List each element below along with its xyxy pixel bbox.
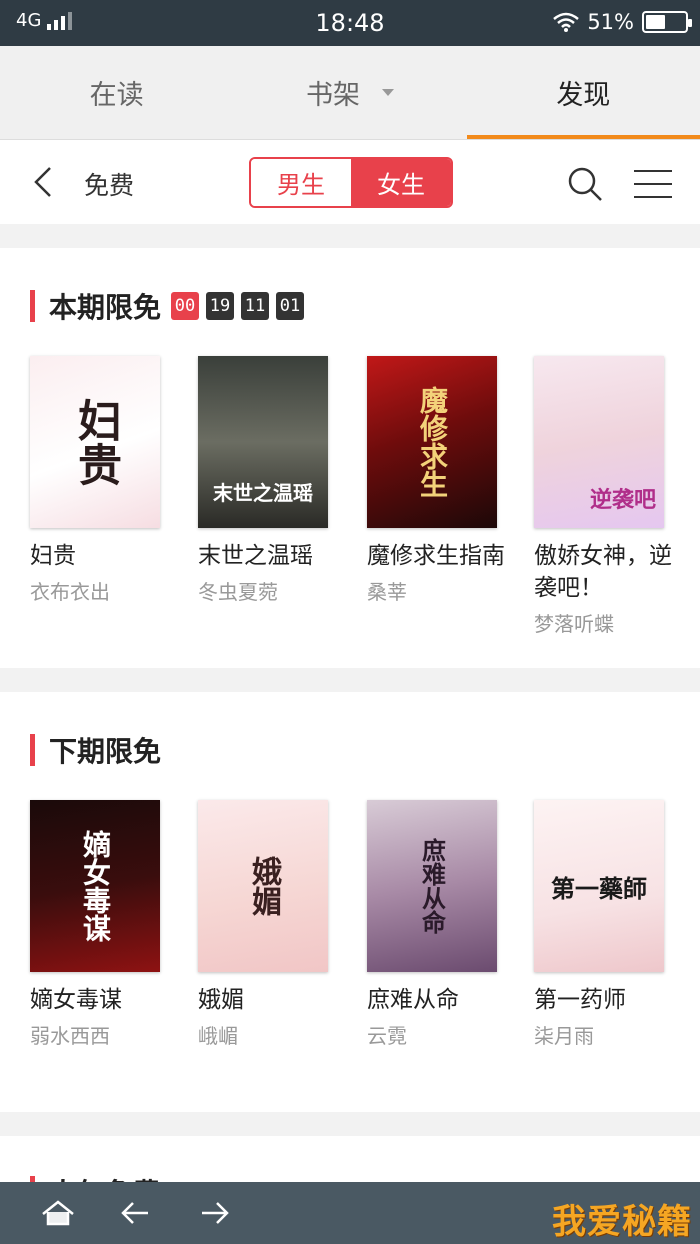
page-title: 免费 xyxy=(84,171,135,200)
current-free-section: 本期限免 00 19 11 01 妇贵 妇贵 衣布衣出 末世之温瑶 末世之温瑶 … xyxy=(0,248,700,668)
section-title: 人气免费 xyxy=(49,1172,161,1182)
section-header: 人气免费 xyxy=(30,1172,161,1182)
tab-discover[interactable]: 发现 xyxy=(466,46,700,139)
countdown-hours: 00 xyxy=(171,292,200,320)
book-card[interactable]: 第一藥師 第一药师 柒月雨 xyxy=(534,800,674,1049)
battery-percent: 51% xyxy=(587,10,634,34)
book-cover[interactable]: 妇贵 xyxy=(30,356,160,528)
book-title: 娥媚 xyxy=(198,987,244,1013)
book-card[interactable]: 魔修求生 魔修求生指南 桑莘 xyxy=(367,356,507,605)
book-card[interactable]: 末世之温瑶 末世之温瑶 冬虫夏菀 xyxy=(198,356,338,605)
menu-icon[interactable] xyxy=(634,170,672,198)
back-arrow-icon[interactable] xyxy=(118,1198,154,1228)
book-card[interactable]: 逆袭吧 傲娇女神，逆袭吧！ 梦落听蝶 xyxy=(534,356,674,637)
book-title: 傲娇女神，逆袭吧！ xyxy=(534,543,672,601)
cover-title: 逆袭吧 xyxy=(589,487,656,513)
tab-discover-label: 发现 xyxy=(556,80,611,111)
book-title: 第一药师 xyxy=(534,987,626,1013)
book-card[interactable]: 娥媚 娥媚 峨嵋 xyxy=(198,800,338,1049)
book-cover[interactable]: 庶难从命 xyxy=(367,800,497,972)
book-card[interactable]: 庶难从命 庶难从命 云霓 xyxy=(367,800,507,1049)
cover-title: 魔修求生 xyxy=(416,386,449,498)
top-tabs: 在读 书架 发现 xyxy=(0,46,700,140)
section-accent-bar xyxy=(30,734,35,766)
section-title: 下期限免 xyxy=(49,735,162,768)
cover-title: 末世之温瑶 xyxy=(213,481,313,505)
watermark-logo: 我爱秘籍 xyxy=(552,1202,692,1242)
countdown-seconds: 11 xyxy=(241,292,270,320)
book-title: 嫡女毒谋 xyxy=(30,987,122,1013)
book-author: 柒月雨 xyxy=(534,1024,594,1048)
book-author: 冬虫夏菀 xyxy=(198,580,278,604)
book-cover[interactable]: 逆袭吧 xyxy=(534,356,664,528)
book-author: 桑莘 xyxy=(367,580,407,604)
home-icon[interactable] xyxy=(40,1198,76,1228)
cover-title: 娥媚 xyxy=(246,856,281,916)
dropdown-caret-icon xyxy=(381,89,394,96)
book-card[interactable]: 妇贵 妇贵 衣布衣出 xyxy=(30,356,170,605)
countdown-timer: 00 19 11 01 xyxy=(171,292,305,320)
forward-arrow-icon[interactable] xyxy=(196,1198,232,1228)
book-title: 末世之温瑶 xyxy=(198,543,313,569)
cover-title: 嫡女毒谋 xyxy=(79,830,112,942)
next-free-section: 下期限免 嫡女毒谋 嫡女毒谋 弱水西西 娥媚 娥媚 峨嵋 庶难从命 庶难从命 云… xyxy=(0,692,700,1112)
book-author: 云霓 xyxy=(367,1024,407,1048)
search-icon[interactable] xyxy=(565,164,605,204)
popular-free-section: 人气免费 xyxy=(0,1136,700,1182)
countdown-minutes: 19 xyxy=(206,292,235,320)
gender-female-button[interactable]: 女生 xyxy=(351,159,451,206)
gender-switch: 男生 女生 xyxy=(249,157,453,208)
tab-bookshelf-label: 书架 xyxy=(305,80,360,111)
book-cover[interactable]: 娥媚 xyxy=(198,800,328,972)
tab-reading-label: 在读 xyxy=(89,80,144,111)
book-author: 弱水西西 xyxy=(30,1024,110,1048)
battery-icon xyxy=(642,11,692,33)
book-cover[interactable]: 嫡女毒谋 xyxy=(30,800,160,972)
status-right: 51% xyxy=(553,10,692,34)
book-author: 峨嵋 xyxy=(198,1024,238,1048)
section-header: 本期限免 00 19 11 01 xyxy=(30,286,305,326)
book-card[interactable]: 嫡女毒谋 嫡女毒谋 弱水西西 xyxy=(30,800,170,1049)
back-arrow-icon[interactable] xyxy=(26,162,62,202)
book-cover[interactable]: 魔修求生 xyxy=(367,356,497,528)
book-author: 衣布衣出 xyxy=(30,580,110,604)
cover-title: 庶难从命 xyxy=(417,838,447,934)
book-cover[interactable]: 第一藥師 xyxy=(534,800,664,972)
book-title: 魔修求生指南 xyxy=(367,543,505,569)
tab-reading[interactable]: 在读 xyxy=(0,46,233,139)
countdown-frames: 01 xyxy=(276,292,305,320)
book-cover[interactable]: 末世之温瑶 xyxy=(198,356,328,528)
cover-title: 第一藥師 xyxy=(551,873,647,903)
section-header: 下期限免 xyxy=(30,730,161,770)
book-title: 庶难从命 xyxy=(367,987,459,1013)
section-accent-bar xyxy=(30,290,35,322)
tab-bookshelf[interactable]: 书架 xyxy=(233,46,466,139)
section-title: 本期限免 xyxy=(49,291,162,324)
wifi-icon xyxy=(553,12,580,32)
cover-title: 妇贵 xyxy=(70,398,121,486)
gender-male-button[interactable]: 男生 xyxy=(251,159,351,206)
book-author: 梦落听蝶 xyxy=(534,612,614,636)
status-bar: 4G 18:48 51% xyxy=(0,0,700,46)
battery-fill xyxy=(646,15,666,29)
sub-header: 免费 男生 女生 xyxy=(0,140,700,224)
book-title: 妇贵 xyxy=(30,543,76,569)
